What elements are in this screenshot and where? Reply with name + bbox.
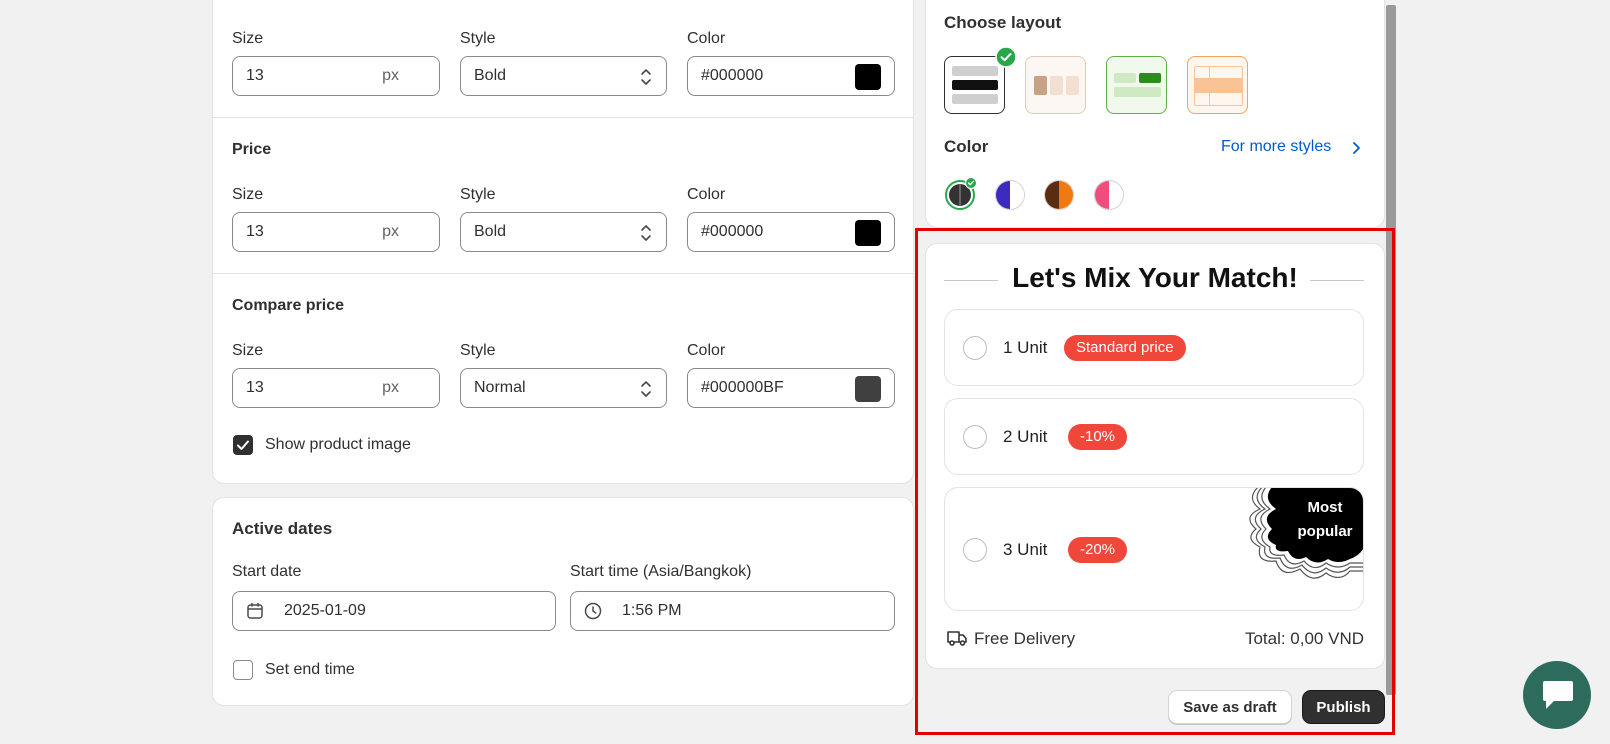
active-dates-card: Active dates Start date 2025-01-09 Start… [212, 497, 914, 706]
compare-color-input[interactable]: #000000BF [687, 368, 895, 408]
choose-layout-title: Choose layout [944, 13, 1062, 32]
clock-icon [584, 602, 602, 620]
show-product-image-checkbox[interactable] [233, 435, 253, 455]
compare-style-label: Style [460, 342, 496, 359]
color-option-orange[interactable] [1044, 180, 1074, 210]
chat-button[interactable] [1523, 661, 1591, 729]
start-time-label: Start time (Asia/Bangkok) [570, 563, 752, 580]
color-swatch[interactable] [855, 220, 881, 246]
select-arrows-icon [641, 69, 651, 85]
title-style-select[interactable]: Bold [460, 56, 667, 96]
layout-card: Choose layout Color For more styles [925, 0, 1385, 228]
selected-check-icon [965, 177, 977, 189]
typography-card: Size 13 px Style Bold Color #000000 Pric… [212, 0, 914, 484]
price-color-label: Color [687, 186, 726, 203]
set-end-time-label: Set end time [265, 661, 355, 678]
checkmark-icon [237, 440, 249, 450]
more-styles-link[interactable]: For more styles [1221, 138, 1331, 156]
layout-option-table-orange[interactable] [1187, 56, 1248, 114]
highlight-box [915, 228, 1395, 735]
price-size-label: Size [232, 186, 264, 203]
select-arrows-icon [641, 225, 651, 241]
price-size-input[interactable]: 13 px [232, 212, 440, 252]
color-swatch[interactable] [855, 64, 881, 90]
compare-size-input[interactable]: 13 px [232, 368, 440, 408]
show-product-image-label: Show product image [265, 436, 411, 453]
start-date-label: Start date [232, 563, 302, 580]
select-arrows-icon [641, 381, 651, 397]
color-swatch[interactable] [855, 376, 881, 402]
start-date-input[interactable]: 2025-01-09 [232, 591, 556, 631]
title-color-input[interactable]: #000000 [687, 56, 895, 96]
color-option-indigo[interactable] [995, 180, 1025, 210]
compare-color-label: Color [687, 342, 726, 359]
title-size-input[interactable]: 13 px [232, 56, 440, 96]
price-section-title: Price [232, 141, 272, 158]
selected-check-icon [995, 46, 1017, 68]
layout-option-grid-green[interactable] [1106, 56, 1167, 114]
start-time-input[interactable]: 1:56 PM [570, 591, 895, 631]
compare-price-section-title: Compare price [232, 297, 345, 314]
divider [213, 117, 913, 118]
price-style-select[interactable]: Bold [460, 212, 667, 252]
color-option-pink[interactable] [1094, 180, 1124, 210]
layout-option-grid-beige[interactable] [1025, 56, 1086, 114]
chat-icon [1543, 681, 1573, 709]
title-style-label: Style [460, 30, 496, 47]
color-title: Color [944, 137, 989, 156]
title-size-label: Size [232, 30, 264, 47]
chevron-right-icon[interactable] [1350, 141, 1362, 155]
price-style-label: Style [460, 186, 496, 203]
price-color-input[interactable]: #000000 [687, 212, 895, 252]
compare-style-select[interactable]: Normal [460, 368, 667, 408]
save-draft-button[interactable]: Save as draft [1168, 690, 1292, 724]
title-color-label: Color [687, 30, 726, 47]
calendar-icon [247, 602, 263, 619]
divider [213, 273, 913, 274]
active-dates-title: Active dates [232, 519, 333, 538]
publish-button[interactable]: Publish [1302, 690, 1385, 724]
set-end-time-checkbox[interactable] [233, 660, 253, 680]
compare-size-label: Size [232, 342, 264, 359]
